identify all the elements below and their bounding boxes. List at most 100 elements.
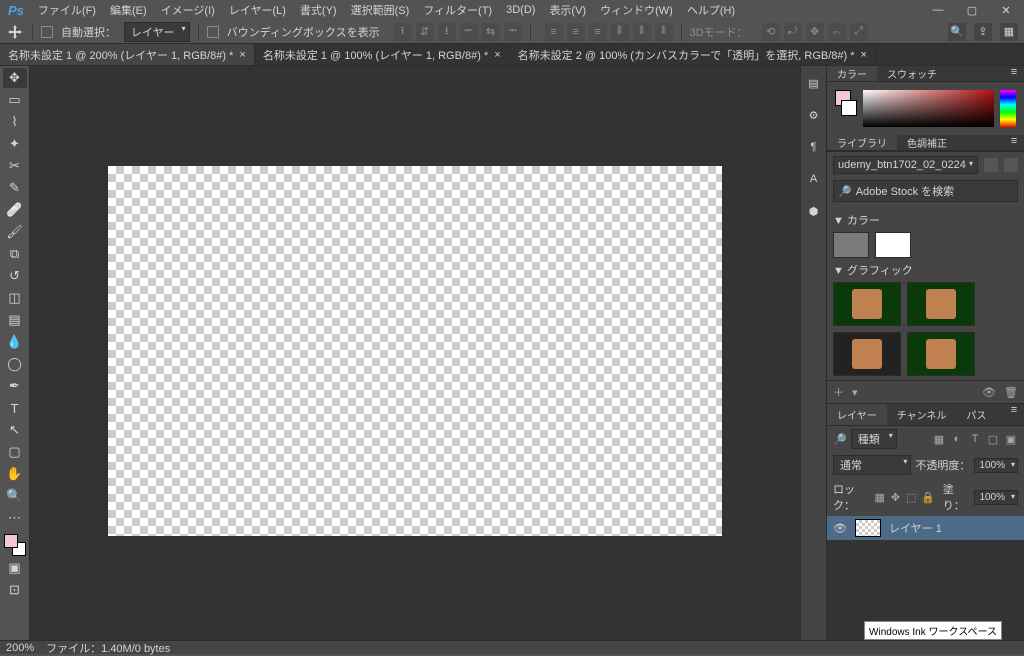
- menu-file[interactable]: ファイル(F): [38, 2, 96, 18]
- filter-adjust-icon[interactable]: ◐: [950, 432, 964, 446]
- library-delete-icon[interactable]: 🗑: [1004, 386, 1018, 399]
- close-window-button[interactable]: ✕: [996, 4, 1016, 17]
- blend-mode-select[interactable]: 通常: [833, 455, 911, 475]
- maximize-button[interactable]: ▢: [962, 4, 982, 17]
- color-swatches[interactable]: [4, 534, 26, 556]
- lasso-tool[interactable]: ⌇: [3, 112, 27, 132]
- library-down-icon[interactable]: ▾: [852, 386, 858, 399]
- history-panel-icon[interactable]: ▤: [805, 74, 823, 92]
- library-grid-view-button[interactable]: [984, 158, 998, 172]
- menu-layer[interactable]: レイヤー(L): [229, 2, 286, 18]
- show-bbox-checkbox[interactable]: [207, 26, 219, 38]
- close-tab-icon[interactable]: ×: [861, 49, 867, 61]
- filter-shape-icon[interactable]: ▢: [986, 432, 1000, 446]
- lock-position-icon[interactable]: ✥: [890, 490, 902, 504]
- menu-image[interactable]: イメージ(I): [161, 2, 215, 18]
- brush-tool[interactable]: 🖌: [3, 222, 27, 242]
- menu-window[interactable]: ウィンドウ(W): [600, 2, 673, 18]
- document-info[interactable]: ファイル：1.40M/0 bytes: [46, 640, 170, 656]
- library-list-view-button[interactable]: [1004, 158, 1018, 172]
- layer-name[interactable]: レイヤー 1: [889, 520, 942, 536]
- hand-tool[interactable]: ✋: [3, 464, 27, 484]
- filter-pixel-icon[interactable]: ▦: [932, 432, 946, 446]
- menu-view[interactable]: 表示(V): [549, 2, 586, 18]
- menu-type[interactable]: 書式(Y): [300, 2, 337, 18]
- blur-tool[interactable]: 💧: [3, 332, 27, 352]
- menu-select[interactable]: 選択範囲(S): [351, 2, 410, 18]
- magic-wand-tool[interactable]: ✦: [3, 134, 27, 154]
- shape-tool[interactable]: ▢: [3, 442, 27, 462]
- search-icon[interactable]: 🔍: [948, 23, 966, 41]
- panel-menu-icon[interactable]: ≡: [1004, 404, 1024, 425]
- eraser-tool[interactable]: ◫: [3, 288, 27, 308]
- lock-pixels-icon[interactable]: ▦: [874, 490, 886, 504]
- document-tab[interactable]: 名称未設定 1 @ 200% (レイヤー 1, RGB/8#) * ×: [0, 44, 255, 65]
- align-left-button[interactable]: ⭰: [460, 23, 478, 41]
- paths-panel-tab[interactable]: パス: [956, 404, 996, 425]
- move-tool-icon[interactable]: [6, 23, 24, 41]
- filter-type-icon[interactable]: T: [968, 432, 982, 446]
- screen-mode-button[interactable]: ⊡: [3, 580, 27, 600]
- 3d-roll-button[interactable]: ⤾: [784, 23, 802, 41]
- dist-hcenter-button[interactable]: ⦀: [633, 23, 651, 41]
- dodge-tool[interactable]: ◯: [3, 354, 27, 374]
- share-icon[interactable]: ⇪: [974, 23, 992, 41]
- library-panel-tab[interactable]: ライブラリ: [827, 135, 897, 150]
- library-graphic-thumb[interactable]: [833, 332, 901, 376]
- zoom-tool[interactable]: 🔍: [3, 486, 27, 506]
- library-section-colors[interactable]: ▼ カラー: [833, 212, 1018, 228]
- menu-filter[interactable]: フィルター(T): [423, 2, 492, 18]
- library-color-swatch[interactable]: [875, 232, 911, 258]
- pen-tool[interactable]: ✒: [3, 376, 27, 396]
- close-tab-icon[interactable]: ×: [494, 49, 500, 61]
- auto-select-target[interactable]: レイヤー: [124, 22, 190, 42]
- dist-right-button[interactable]: ⦀: [655, 23, 673, 41]
- healing-tool[interactable]: 🩹: [3, 200, 27, 220]
- character-panel-icon[interactable]: ¶: [805, 138, 823, 156]
- layer-item[interactable]: 👁 レイヤー 1: [827, 516, 1024, 540]
- edit-toolbar-button[interactable]: ⋯: [3, 508, 27, 528]
- menu-help[interactable]: ヘルプ(H): [687, 2, 735, 18]
- align-right-button[interactable]: ⭲: [504, 23, 522, 41]
- picker-background-swatch[interactable]: [841, 100, 857, 116]
- quick-mask-button[interactable]: ▣: [3, 558, 27, 578]
- history-brush-tool[interactable]: ↺: [3, 266, 27, 286]
- align-vcenter-button[interactable]: ⇵: [416, 23, 434, 41]
- library-graphic-thumb[interactable]: [907, 282, 975, 326]
- menu-edit[interactable]: 編集(E): [110, 2, 147, 18]
- lock-all-icon[interactable]: 🔒: [921, 490, 935, 504]
- canvas-area[interactable]: [30, 66, 800, 640]
- hue-slider[interactable]: [1000, 90, 1016, 127]
- marquee-tool[interactable]: ▭: [3, 90, 27, 110]
- library-graphic-thumb[interactable]: [907, 332, 975, 376]
- auto-select-checkbox[interactable]: [41, 26, 53, 38]
- layer-visibility-icon[interactable]: 👁: [833, 522, 847, 535]
- 3d-panel-icon[interactable]: ⬢: [805, 202, 823, 220]
- glyphs-panel-icon[interactable]: A: [805, 170, 823, 188]
- properties-panel-icon[interactable]: ⚙: [805, 106, 823, 124]
- opacity-value[interactable]: 100%: [974, 458, 1018, 473]
- dist-top-button[interactable]: ≡: [545, 23, 563, 41]
- library-section-graphics[interactable]: ▼ グラフィック: [833, 262, 1018, 278]
- stamp-tool[interactable]: ⧉: [3, 244, 27, 264]
- 3d-zoom-button[interactable]: ⤢: [850, 23, 868, 41]
- 3d-slide-button[interactable]: ⇔: [828, 23, 846, 41]
- library-select[interactable]: udemy_btn1702_02_0224: [833, 156, 978, 174]
- color-panel-tab[interactable]: カラー: [827, 66, 877, 81]
- crop-tool[interactable]: ✂: [3, 156, 27, 176]
- adjustments-panel-tab[interactable]: 色調補正: [897, 135, 957, 150]
- path-select-tool[interactable]: ↖: [3, 420, 27, 440]
- fill-value[interactable]: 100%: [974, 490, 1018, 505]
- minimize-button[interactable]: —: [928, 4, 948, 16]
- align-hcenter-button[interactable]: ⇆: [482, 23, 500, 41]
- type-tool[interactable]: T: [3, 398, 27, 418]
- document-tab[interactable]: 名称未設定 2 @ 100% (カンバスカラーで「透明」を選択, RGB/8#)…: [510, 44, 876, 65]
- filter-smart-icon[interactable]: ▣: [1004, 432, 1018, 446]
- dist-left-button[interactable]: ⦀: [611, 23, 629, 41]
- canvas[interactable]: [108, 166, 722, 536]
- zoom-level[interactable]: 200%: [6, 642, 34, 654]
- library-graphic-thumb[interactable]: [833, 282, 901, 326]
- panel-menu-icon[interactable]: ≡: [1004, 66, 1024, 81]
- document-tab[interactable]: 名称未設定 1 @ 100% (レイヤー 1, RGB/8#) * ×: [255, 44, 510, 65]
- color-field[interactable]: [863, 90, 994, 127]
